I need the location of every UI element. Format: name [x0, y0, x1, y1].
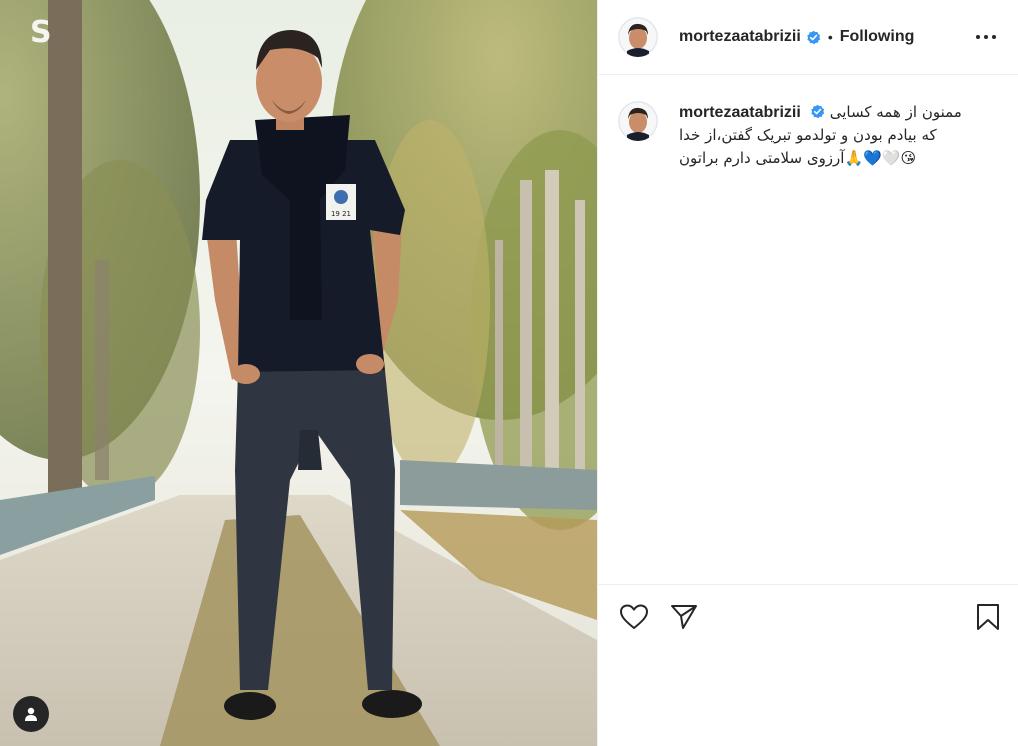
post-side-panel: mortezaatabrizii • Following mortezaatab…: [597, 0, 1018, 746]
like-button[interactable]: [618, 601, 650, 633]
bookmark-icon: [977, 603, 999, 630]
save-button[interactable]: [972, 601, 1004, 633]
separator-dot: •: [827, 29, 833, 45]
instagram-post: 19 21 S mortezaatabrizii • Following mor…: [0, 0, 1018, 746]
avatar[interactable]: [618, 17, 658, 57]
caption-username[interactable]: mortezaatabrizii: [679, 104, 801, 121]
post-actions-bar: [598, 584, 1018, 648]
caption-row: mortezaatabrizii ممنون از همه کسایی که ب…: [618, 101, 998, 170]
caption-line-1: ممنون از همه کسایی: [829, 103, 962, 121]
heart-icon: [620, 604, 648, 629]
post-photo[interactable]: 19 21 S: [0, 0, 597, 746]
more-options-button[interactable]: [974, 25, 998, 49]
caption-verified-badge-icon: [811, 104, 825, 119]
caption-avatar[interactable]: [618, 101, 658, 141]
photo-scene: 19 21 S: [0, 0, 597, 746]
caption-line-2: که بیادم بودن و تولدمو تبریک گفتن،از خدا: [679, 126, 937, 144]
shirt-badge-text: 19 21: [331, 210, 351, 218]
more-horizontal-icon: [976, 35, 996, 39]
caption-body: mortezaatabrizii ممنون از همه کسایی که ب…: [679, 101, 962, 170]
share-button[interactable]: [668, 601, 700, 633]
tagged-user-button[interactable]: [13, 696, 49, 732]
post-author-username[interactable]: mortezaatabrizii: [679, 28, 801, 46]
svg-text:S: S: [30, 15, 52, 50]
post-header: mortezaatabrizii • Following: [598, 0, 1018, 75]
send-icon: [671, 604, 697, 629]
caption-line-3: 😘🤍💙🙏آرزوی سلامتی دارم براتون: [679, 149, 917, 167]
verified-badge-icon: [807, 30, 821, 44]
following-button[interactable]: Following: [840, 28, 915, 46]
tagged-user-icon: [25, 707, 37, 721]
